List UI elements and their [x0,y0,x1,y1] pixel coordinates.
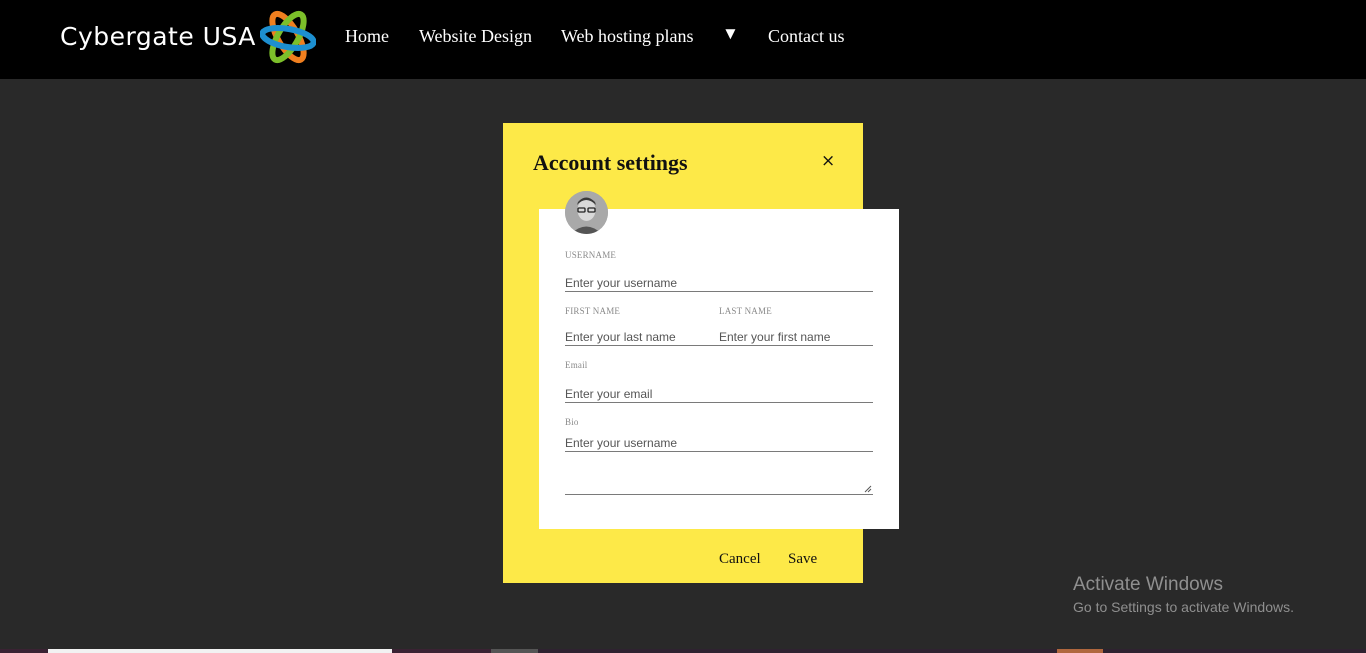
first-name-input[interactable] [565,329,719,346]
account-settings-modal: Account settings × USERNAME FIRST NAME L… [503,123,899,583]
first-name-label: FIRST NAME [565,306,621,316]
username-label: USERNAME [565,250,617,260]
resize-grip-icon[interactable] [864,485,872,493]
modal-title: Account settings [533,150,688,175]
bio-label: Bio [565,417,579,427]
bio-input[interactable] [565,435,873,452]
logo-icon[interactable] [260,10,316,64]
bottom-strip-dark [538,649,1057,653]
bottom-strip-right [1103,649,1366,653]
brand-name[interactable]: Cybergate USA [60,22,256,51]
bottom-strip-grey [491,649,538,653]
bottom-strip-mid [392,649,491,653]
bottom-strip-orange [1057,649,1103,653]
activate-windows-subtitle: Go to Settings to activate Windows. [1073,599,1294,615]
close-icon[interactable]: × [821,153,835,170]
avatar-image[interactable] [565,191,608,234]
nav-website-design[interactable]: Website Design [419,26,532,47]
cancel-button[interactable]: Cancel [719,551,761,568]
nav-web-hosting-plans[interactable]: Web hosting plans [561,26,694,47]
last-name-input[interactable] [719,329,873,346]
last-name-label: LAST NAME [719,306,772,316]
nav-home[interactable]: Home [345,26,389,47]
top-navbar: Cybergate USA Home Website Design Web ho… [0,0,1366,79]
dropdown-caret-icon[interactable]: ▼ [722,24,739,44]
bio-textarea[interactable] [565,455,873,495]
save-button[interactable]: Save [788,551,817,568]
bottom-strip-left [0,649,48,653]
nav-contact-us[interactable]: Contact us [768,26,845,47]
username-input[interactable] [565,275,873,292]
email-input[interactable] [565,386,873,403]
activate-windows-title: Activate Windows [1073,574,1223,595]
bottom-strip-light [48,649,392,653]
email-label: Email [565,360,588,370]
